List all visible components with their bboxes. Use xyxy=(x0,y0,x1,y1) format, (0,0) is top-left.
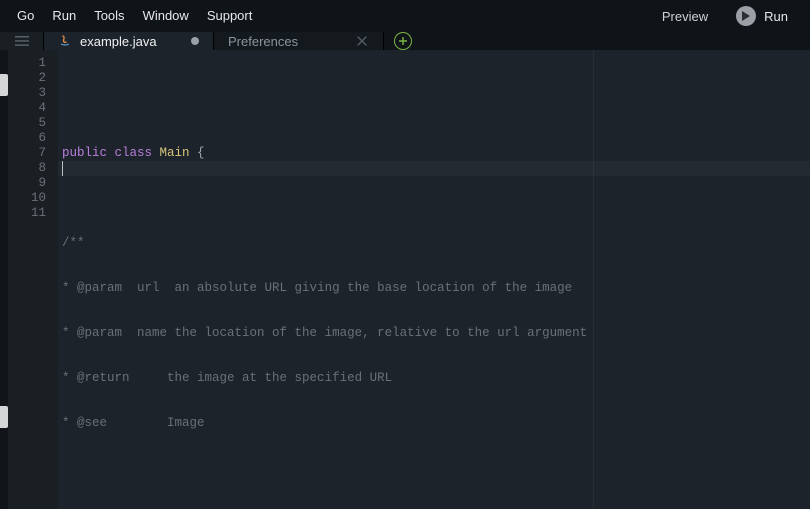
code-content[interactable]: public class Main { /** * @param url an … xyxy=(58,50,810,509)
fold-marker-icon[interactable] xyxy=(0,406,8,428)
sidebar-toggle-button[interactable] xyxy=(0,32,44,50)
code-line xyxy=(62,191,810,206)
menu-go[interactable]: Go xyxy=(8,0,43,32)
code-line: * @return the image at the specified URL xyxy=(62,371,810,386)
run-button-label: Run xyxy=(764,9,788,24)
line-number: 7 xyxy=(8,146,46,161)
tab-example-java[interactable]: example.java xyxy=(44,32,214,50)
text-cursor xyxy=(62,161,63,176)
code-line: public class Main { xyxy=(62,146,810,161)
preview-label: Preview xyxy=(648,9,722,24)
code-line: * @see Image xyxy=(62,416,810,431)
new-tab-button[interactable] xyxy=(384,32,422,50)
menu-run[interactable]: Run xyxy=(43,0,85,32)
code-line xyxy=(62,461,810,476)
modified-indicator-icon xyxy=(191,37,199,45)
menu-tools[interactable]: Tools xyxy=(85,0,133,32)
marker-strip xyxy=(0,50,8,509)
code-line: * @param url an absolute URL giving the … xyxy=(62,281,810,296)
line-number-gutter: 1 2 3 4 5 6 7 8 9 10 11 xyxy=(8,50,58,509)
menubar: Go Run Tools Window Support Preview Run xyxy=(0,0,810,32)
line-number: 9 xyxy=(8,176,46,191)
tab-preferences[interactable]: Preferences xyxy=(214,32,384,50)
menu-window[interactable]: Window xyxy=(134,0,198,32)
line-number: 10 xyxy=(8,191,46,206)
line-number: 6 xyxy=(8,131,46,146)
code-line: /** xyxy=(62,236,810,251)
code-line: * @param name the location of the image,… xyxy=(62,326,810,341)
java-file-icon xyxy=(58,34,72,48)
line-number: 5 xyxy=(8,116,46,131)
play-icon xyxy=(736,6,756,26)
menu-support[interactable]: Support xyxy=(198,0,262,32)
run-button[interactable]: Run xyxy=(722,6,802,26)
plus-icon xyxy=(394,32,412,50)
line-number: 11 xyxy=(8,206,46,221)
close-icon[interactable] xyxy=(355,34,369,48)
line-number: 2 xyxy=(8,71,46,86)
line-number: 8 xyxy=(8,161,46,176)
tab-title: Preferences xyxy=(228,34,298,49)
active-line-highlight xyxy=(58,161,810,176)
hamburger-icon xyxy=(15,35,29,47)
line-number: 3 xyxy=(8,86,46,101)
fold-marker-icon[interactable] xyxy=(0,74,8,96)
tab-bar: example.java Preferences xyxy=(0,32,810,50)
tab-title: example.java xyxy=(80,34,157,49)
line-number: 4 xyxy=(8,101,46,116)
column-ruler xyxy=(593,50,594,509)
editor: 1 2 3 4 5 6 7 8 9 10 11 public class Mai… xyxy=(0,50,810,509)
line-number: 1 xyxy=(8,56,46,71)
